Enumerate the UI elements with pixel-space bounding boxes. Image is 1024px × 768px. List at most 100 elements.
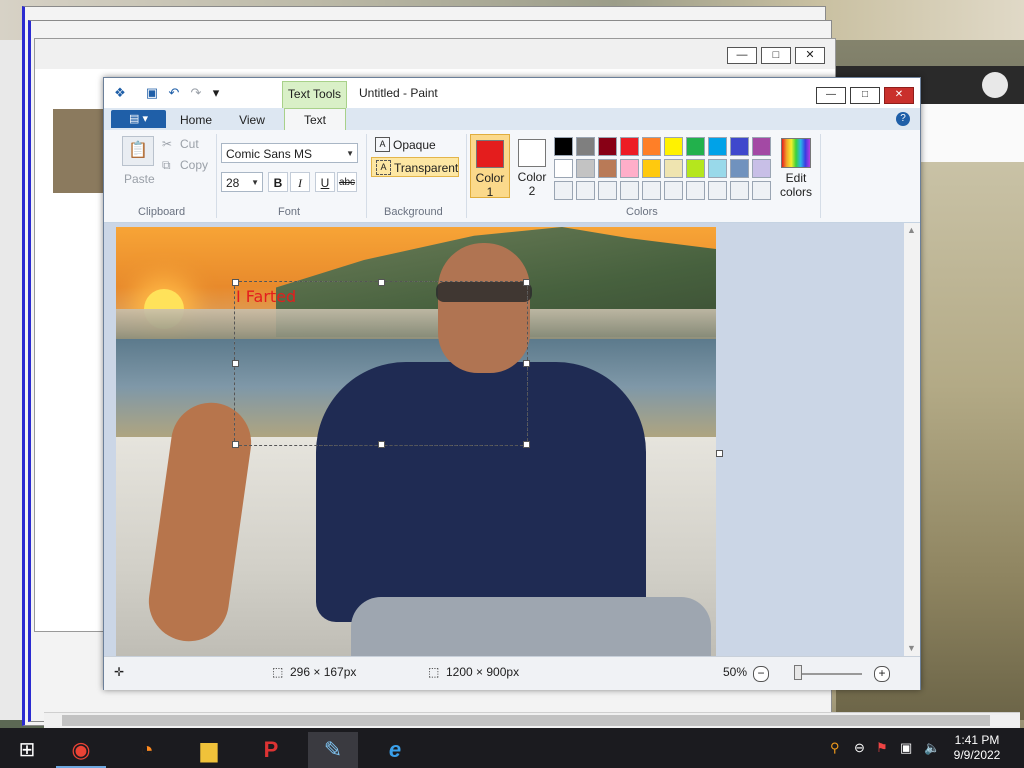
palette-swatch[interactable]	[730, 159, 749, 178]
typed-text[interactable]: I Farted	[236, 287, 296, 306]
strikethrough-button[interactable]: abc	[337, 172, 357, 192]
palette-swatch[interactable]	[664, 181, 683, 200]
palette-swatch[interactable]	[598, 159, 617, 178]
palette-swatch[interactable]	[554, 159, 573, 178]
color1-label: Color	[475, 171, 505, 185]
palette-swatch[interactable]	[752, 181, 771, 200]
palette-swatch[interactable]	[554, 181, 573, 200]
font-family-select[interactable]: Comic Sans MS ▼	[221, 143, 358, 163]
scroll-up-icon[interactable]: ▲	[907, 225, 916, 235]
selection-handle[interactable]	[232, 360, 239, 367]
selection-handle[interactable]	[378, 441, 385, 448]
bg-close-button[interactable]: ✕	[795, 47, 825, 64]
edit-colors-button[interactable]: Edit colors	[776, 134, 816, 202]
cut-button[interactable]: Cut	[180, 137, 199, 151]
zoom-in-button[interactable]: +	[874, 666, 890, 682]
selection-handle[interactable]	[523, 441, 530, 448]
tab-view[interactable]: View	[232, 111, 272, 130]
scrollbar-thumb[interactable]	[62, 715, 990, 726]
palette-swatch[interactable]	[708, 159, 727, 178]
opaque-option[interactable]: A Opaque	[371, 135, 459, 155]
selection-handle[interactable]	[523, 360, 530, 367]
save-icon[interactable]: ▣	[144, 85, 160, 101]
chevron-down-icon: ▼	[251, 178, 259, 187]
palette-swatch[interactable]	[576, 159, 595, 178]
tray-circle-icon[interactable]: ⊖	[854, 740, 865, 756]
underline-button[interactable]: U	[315, 172, 335, 192]
palette-swatch[interactable]	[686, 137, 705, 156]
opaque-icon: A	[375, 137, 390, 152]
clock[interactable]: 1:41 PM 9/9/2022	[946, 733, 1008, 763]
flag-icon[interactable]: ⚑	[876, 740, 888, 756]
palette-swatch[interactable]	[598, 181, 617, 200]
canvas-image[interactable]: I Farted	[116, 227, 716, 656]
color1-button[interactable]: Color 1	[470, 134, 510, 199]
palette-swatch[interactable]	[686, 181, 705, 200]
palette-swatch[interactable]	[642, 159, 661, 178]
palette-swatch[interactable]	[752, 137, 771, 156]
ribbon-separator	[466, 134, 467, 218]
italic-button[interactable]: I	[290, 172, 310, 192]
paint-taskbar-icon[interactable]: ✎	[308, 732, 358, 768]
selection-handle[interactable]	[378, 279, 385, 286]
palette-swatch[interactable]	[686, 159, 705, 178]
bold-button[interactable]: B	[268, 172, 288, 192]
customize-qat-icon[interactable]: ▾	[208, 85, 224, 101]
palette-swatch[interactable]	[554, 137, 573, 156]
palette-swatch[interactable]	[730, 181, 749, 200]
start-button[interactable]: ⊞	[2, 732, 52, 768]
palette-swatch[interactable]	[752, 159, 771, 178]
p-app-icon[interactable]: P	[246, 732, 296, 768]
palette-swatch[interactable]	[642, 181, 661, 200]
profile-avatar-icon[interactable]	[982, 72, 1008, 98]
firefox-icon[interactable]: ◔	[122, 732, 172, 768]
palette-swatch[interactable]	[730, 137, 749, 156]
tab-home[interactable]: Home	[176, 111, 216, 130]
palette-swatch[interactable]	[708, 137, 727, 156]
file-menu-button[interactable]: ▤ ▾	[111, 110, 166, 128]
canvas-area[interactable]: I Farted	[104, 223, 904, 656]
copy-button[interactable]: Copy	[180, 158, 208, 172]
search-icon[interactable]: ⚲	[830, 740, 840, 756]
selection-handle[interactable]	[232, 279, 239, 286]
file-explorer-icon[interactable]: ▆	[184, 732, 234, 768]
paste-button[interactable]: Paste	[124, 172, 155, 186]
palette-swatch[interactable]	[708, 181, 727, 200]
palette-swatch[interactable]	[620, 181, 639, 200]
close-button[interactable]: ✕	[884, 87, 914, 104]
selection-handle[interactable]	[232, 441, 239, 448]
zoom-out-button[interactable]: −	[753, 666, 769, 682]
scroll-down-icon[interactable]: ▼	[907, 643, 916, 653]
palette-swatch[interactable]	[576, 137, 595, 156]
palette-swatch[interactable]	[576, 181, 595, 200]
palette-swatch[interactable]	[620, 159, 639, 178]
font-size-select[interactable]: 28 ▼	[221, 172, 263, 192]
palette-swatch[interactable]	[598, 137, 617, 156]
tab-text[interactable]: Text	[284, 108, 346, 131]
undo-icon[interactable]: ↶	[166, 85, 182, 101]
canvas-resize-handle[interactable]	[716, 450, 723, 457]
palette-swatch[interactable]	[620, 137, 639, 156]
selection-handle[interactable]	[523, 279, 530, 286]
minimize-button[interactable]: —	[816, 87, 846, 104]
chrome-icon[interactable]: ◉	[56, 732, 106, 768]
paste-icon[interactable]: 📋	[122, 136, 154, 166]
help-icon[interactable]: ?	[896, 112, 910, 126]
color2-button[interactable]: Color 2	[512, 134, 552, 198]
internet-explorer-icon[interactable]: e	[370, 732, 420, 768]
paint-app-icon[interactable]: ❖	[112, 85, 128, 101]
palette-swatch[interactable]	[642, 137, 661, 156]
transparent-option[interactable]: A Transparent	[371, 157, 459, 177]
redo-icon[interactable]: ↷	[188, 85, 204, 101]
network-icon[interactable]: ▣	[900, 740, 912, 756]
bg-minimize-button[interactable]: —	[727, 47, 757, 64]
background-horizontal-scrollbar[interactable]	[44, 712, 1020, 729]
zoom-slider-track[interactable]	[798, 673, 862, 675]
vertical-scrollbar[interactable]: ▲ ▼	[904, 223, 920, 656]
palette-swatch[interactable]	[664, 137, 683, 156]
maximize-button[interactable]: □	[850, 87, 880, 104]
volume-icon[interactable]: 🔈	[924, 740, 940, 756]
zoom-slider-thumb[interactable]	[794, 665, 802, 680]
bg-maximize-button[interactable]: □	[761, 47, 791, 64]
palette-swatch[interactable]	[664, 159, 683, 178]
